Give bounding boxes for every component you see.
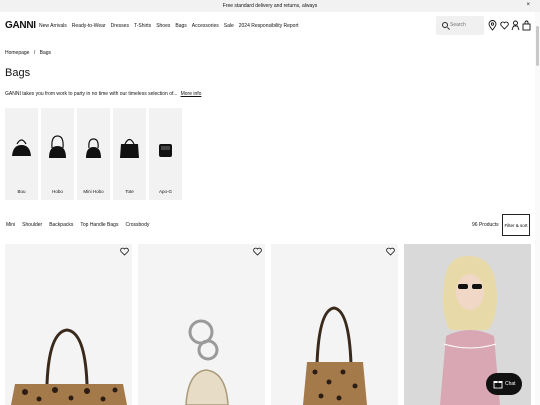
category-tote[interactable]: Tote <box>113 108 146 200</box>
chat-icon <box>493 379 503 389</box>
category-apo-g[interactable]: Apo-G <box>149 108 182 200</box>
tote-bag-image <box>120 138 139 158</box>
category-bou[interactable]: Bou <box>5 108 38 200</box>
nav-dresses[interactable]: Dresses <box>111 23 129 29</box>
leopard-tote-image <box>11 328 127 405</box>
scrollbar-thumb[interactable] <box>536 26 539 66</box>
search-icon <box>442 22 448 28</box>
filter-mini[interactable]: Mini <box>6 222 15 228</box>
keyring-charm-image <box>185 319 229 405</box>
page-title: Bags <box>5 67 31 79</box>
wishlist-heart-icon[interactable] <box>120 247 129 256</box>
category-hobo[interactable]: Hobo <box>41 108 74 200</box>
category-label: Mini Hobo <box>83 189 104 194</box>
filter-shoulder[interactable]: Shoulder <box>22 222 42 228</box>
product-card[interactable] <box>271 244 398 405</box>
nav-sale[interactable]: Sale <box>224 23 234 29</box>
header: GANNI New Arrivals Ready-to-Wear Dresses… <box>0 12 540 40</box>
product-grid <box>5 244 531 405</box>
category-label: Apo-G <box>158 189 172 194</box>
leopard-tote-small-image <box>303 306 367 405</box>
product-card[interactable] <box>138 244 265 405</box>
cart-icon[interactable] <box>522 20 531 31</box>
breadcrumb-home[interactable]: Homepage <box>5 50 29 56</box>
bou-bag-image <box>12 139 31 156</box>
wishlist-heart-icon[interactable] <box>253 247 262 256</box>
more-info-link[interactable]: More info <box>181 91 202 97</box>
chat-label: Chat <box>505 381 516 387</box>
hobo-bag-image <box>49 135 66 158</box>
nav-ready-to-wear[interactable]: Ready-to-Wear <box>72 23 106 29</box>
scrollbar[interactable] <box>535 12 540 405</box>
apo-g-bag-image <box>159 144 172 157</box>
account-icon[interactable] <box>511 20 520 31</box>
announcement-text: Free standard delivery and returns, alwa… <box>222 3 318 9</box>
intro: GANNI takes you from work to party in no… <box>5 91 201 97</box>
nav-responsibility-report[interactable]: 2024 Responsibility Report <box>239 23 299 29</box>
category-mini-hobo[interactable]: Mini Hobo <box>77 108 110 200</box>
chat-button[interactable]: Chat <box>486 373 522 395</box>
mini-hobo-bag-image <box>86 138 101 158</box>
nav-t-shirts[interactable]: T-Shirts <box>134 23 151 29</box>
breadcrumb-separator: / <box>33 50 36 56</box>
search-box[interactable] <box>436 16 484 35</box>
nav-shoes[interactable]: Shoes <box>156 23 170 29</box>
product-count: 96 Products <box>472 222 499 228</box>
category-label: Tote <box>125 189 134 194</box>
main-nav: New Arrivals Ready-to-Wear Dresses T-Shi… <box>39 23 299 29</box>
category-label: Hobo <box>52 189 63 194</box>
wishlist-icon[interactable] <box>500 20 509 31</box>
intro-text: GANNI takes you from work to party in no… <box>5 91 178 97</box>
category-tiles: Bou Hobo Mini Hobo Tote Apo-G <box>5 108 182 200</box>
filter-crossbody[interactable]: Crossbody <box>125 222 149 228</box>
category-label: Bou <box>17 189 26 194</box>
product-card[interactable] <box>5 244 132 405</box>
breadcrumb-current: Bags <box>39 50 52 56</box>
filter-top-handle-bags[interactable]: Top Handle Bags <box>80 222 118 228</box>
location-icon[interactable] <box>488 20 497 31</box>
announcement-bar: Free standard delivery and returns, alwa… <box>0 0 540 12</box>
nav-accessories[interactable]: Accessories <box>192 23 219 29</box>
nav-bags[interactable]: Bags <box>175 23 186 29</box>
breadcrumb: Homepage / Bags <box>5 50 51 56</box>
close-icon[interactable]: × <box>526 2 530 8</box>
nav-new-arrivals[interactable]: New Arrivals <box>39 23 67 29</box>
filter-sort-button[interactable]: Filter & sort <box>502 214 530 236</box>
filter-chips: Mini Shoulder Backpacks Top Handle Bags … <box>6 222 149 228</box>
logo[interactable]: GANNI <box>5 20 36 31</box>
filter-backpacks[interactable]: Backpacks <box>49 222 73 228</box>
wishlist-heart-icon[interactable] <box>386 247 395 256</box>
search-input[interactable] <box>450 22 482 28</box>
